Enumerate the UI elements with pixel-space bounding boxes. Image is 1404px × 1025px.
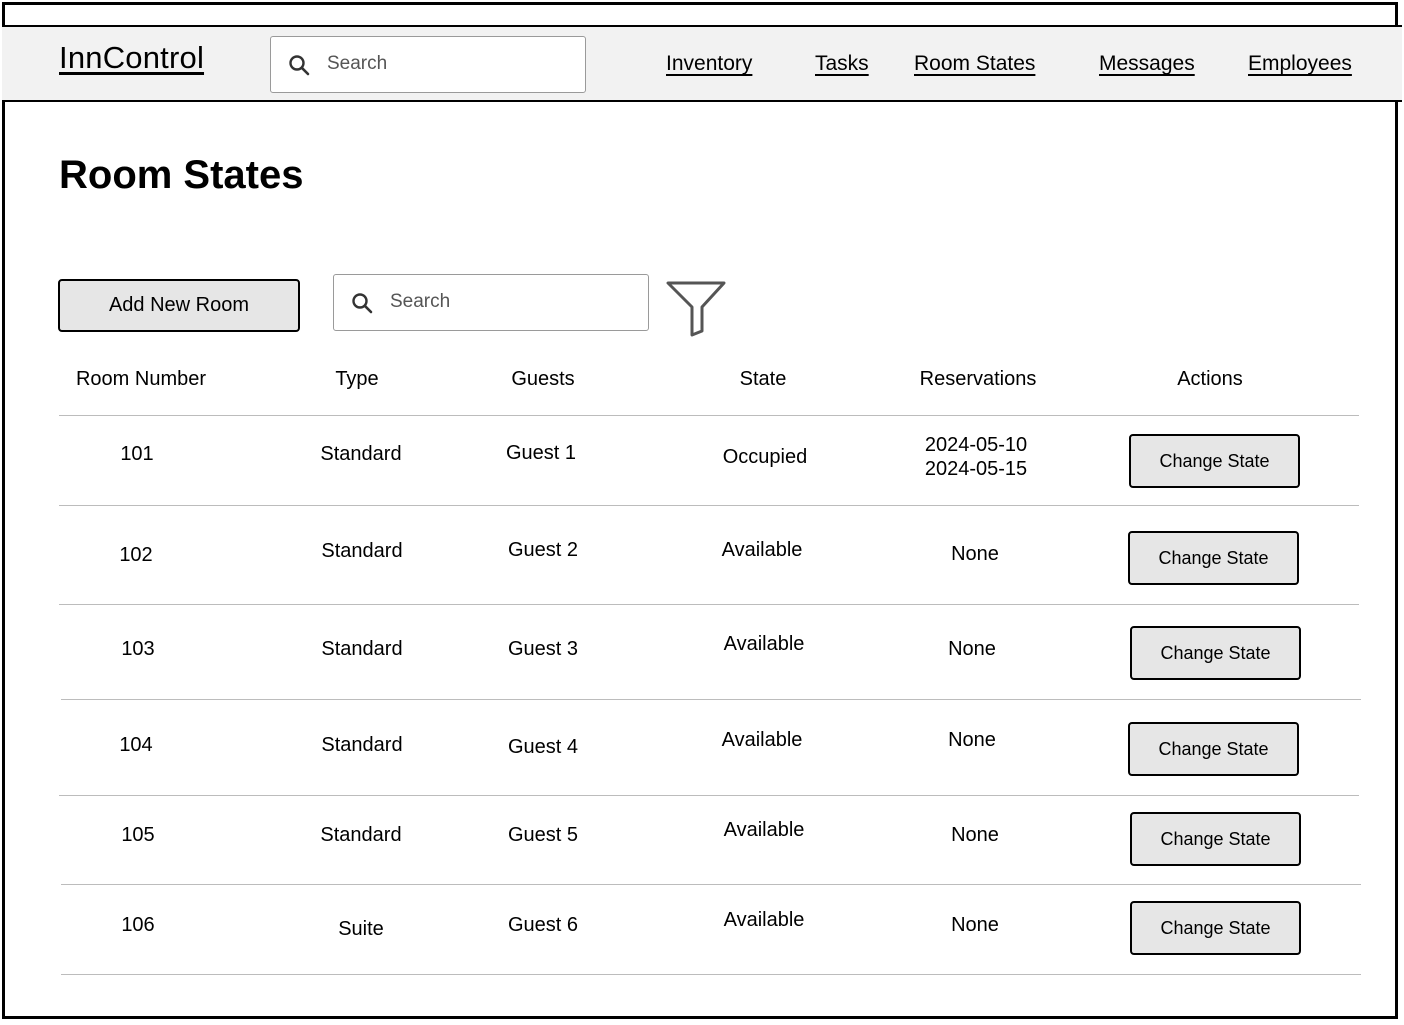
guest-cell: Guest 1: [505, 442, 577, 464]
search-placeholder: Search: [390, 291, 451, 312]
guest-cell: Guest 2: [507, 539, 579, 561]
search-icon: [352, 293, 373, 314]
table-divider: [59, 604, 1359, 605]
state-cell: Available: [721, 539, 803, 561]
guest-cell: Guest 4: [507, 736, 579, 758]
room-number-cell: 102: [119, 544, 153, 566]
table-divider: [61, 884, 1361, 885]
room-number-cell: 104: [119, 734, 153, 756]
table-divider: [59, 795, 1359, 796]
header-search-input[interactable]: Search: [270, 36, 586, 93]
state-cell: Available: [723, 909, 805, 931]
reservation-cell: None: [951, 543, 999, 565]
change-state-button[interactable]: Change State: [1129, 434, 1300, 488]
room-search-input[interactable]: Search: [333, 274, 649, 331]
reservation-cell: None: [951, 914, 999, 936]
column-header-guests: Guests: [511, 368, 575, 390]
state-cell: Occupied: [722, 446, 808, 468]
state-cell: Available: [723, 819, 805, 841]
reservation-cell: None: [948, 638, 996, 660]
nav-inventory[interactable]: Inventory: [666, 52, 752, 76]
change-state-button[interactable]: Change State: [1130, 812, 1301, 866]
change-state-button[interactable]: Change State: [1130, 626, 1301, 680]
room-type-cell: Standard: [321, 638, 403, 660]
nav-messages[interactable]: Messages: [1099, 52, 1195, 76]
change-state-button[interactable]: Change State: [1130, 901, 1301, 955]
table-divider: [61, 699, 1361, 700]
guest-cell: Guest 3: [507, 638, 579, 660]
app-logo[interactable]: InnControl: [59, 40, 204, 76]
reservation-start-cell: 2024-05-10: [924, 434, 1028, 456]
room-type-cell: Standard: [321, 734, 403, 756]
column-header-state: State: [739, 368, 787, 390]
room-number-cell: 103: [121, 638, 155, 660]
room-number-cell: 105: [121, 824, 155, 846]
room-type-cell: Standard: [320, 824, 402, 846]
table-divider: [59, 415, 1359, 416]
add-new-room-button[interactable]: Add New Room: [58, 279, 300, 332]
room-type-cell: Standard: [321, 540, 403, 562]
column-header-actions: Actions: [1177, 368, 1243, 390]
room-type-cell: Suite: [338, 918, 384, 940]
nav-room-states[interactable]: Room States: [914, 52, 1035, 76]
nav-tasks[interactable]: Tasks: [815, 52, 869, 76]
column-header-type: Type: [335, 368, 379, 390]
room-type-cell: Standard: [320, 443, 402, 465]
page-title: Room States: [59, 153, 304, 197]
search-placeholder: Search: [327, 53, 388, 74]
change-state-button[interactable]: Change State: [1128, 531, 1299, 585]
change-state-button[interactable]: Change State: [1128, 722, 1299, 776]
filter-icon[interactable]: [666, 281, 726, 337]
guest-cell: Guest 6: [507, 914, 579, 936]
reservation-cell: None: [948, 729, 996, 751]
state-cell: Available: [721, 729, 803, 751]
state-cell: Available: [723, 633, 805, 655]
nav-employees[interactable]: Employees: [1248, 52, 1352, 76]
room-number-cell: 101: [120, 443, 154, 465]
reservation-cell: None: [951, 824, 999, 846]
table-divider: [61, 974, 1361, 975]
reservation-end-cell: 2024-05-15: [924, 458, 1028, 480]
search-icon: [289, 55, 310, 76]
guest-cell: Guest 5: [507, 824, 579, 846]
column-header-room-number: Room Number: [75, 368, 207, 390]
table-divider: [59, 505, 1359, 506]
room-number-cell: 106: [121, 914, 155, 936]
column-header-reservations: Reservations: [919, 368, 1037, 390]
